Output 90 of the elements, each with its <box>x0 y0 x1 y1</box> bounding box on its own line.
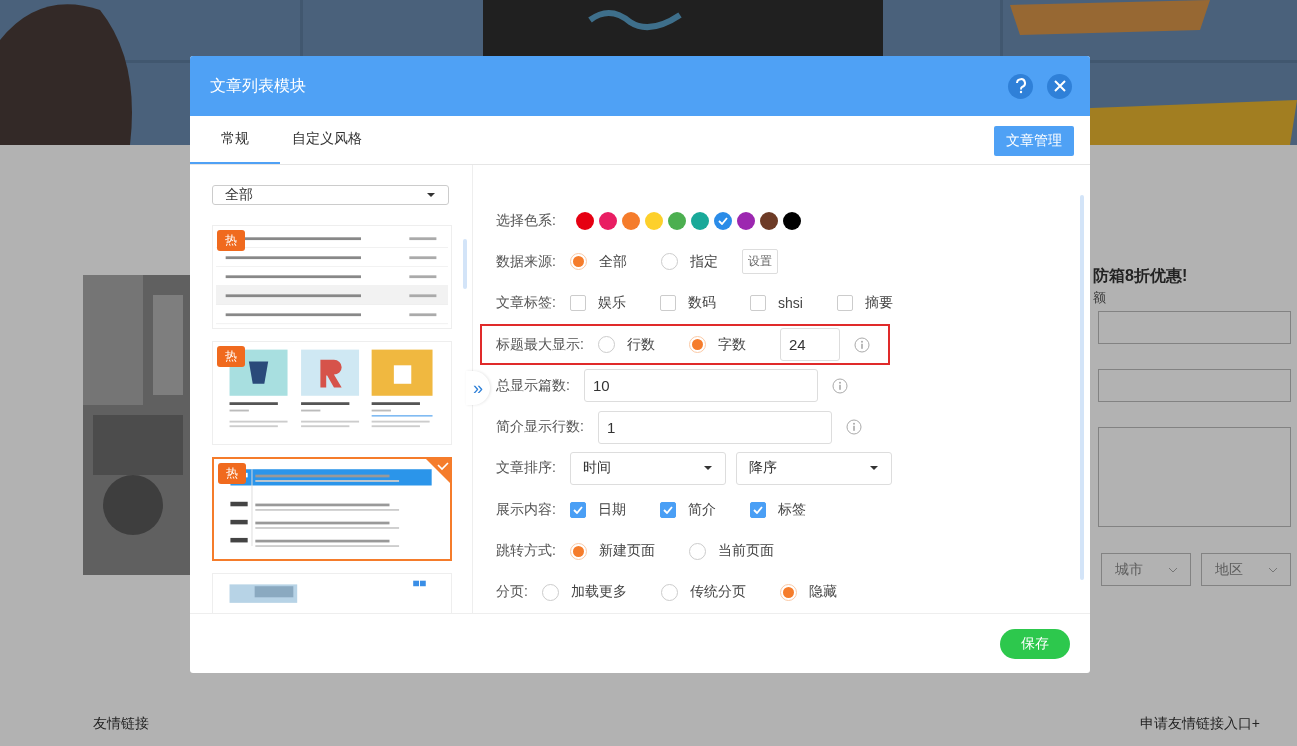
tab[interactable]: 常规 <box>190 116 280 164</box>
checkbox[interactable] <box>659 501 676 518</box>
number-input[interactable]: 10 <box>583 369 818 403</box>
text-area[interactable] <box>1098 427 1291 527</box>
option-label: 简介 <box>687 500 716 519</box>
option-label: 传统分页 <box>689 583 746 602</box>
check-icon <box>424 457 452 485</box>
number-input[interactable]: 1 <box>597 410 832 444</box>
checkbox[interactable] <box>749 295 766 312</box>
tab[interactable]: 自定义风格 <box>280 116 374 164</box>
option-label: shsi <box>777 295 803 312</box>
checkbox[interactable] <box>659 295 676 312</box>
help-button[interactable] <box>1008 73 1033 99</box>
radio-button[interactable] <box>688 336 706 354</box>
field-label: 总显示篇数: <box>496 376 570 395</box>
dialog-title: 文章列表模块 <box>210 75 307 96</box>
option-label: 娱乐 <box>597 294 626 313</box>
radio-button[interactable] <box>597 336 615 354</box>
info-icon <box>853 336 870 353</box>
chevron-icon <box>1167 566 1178 573</box>
check-icon <box>752 505 763 514</box>
color-swatch[interactable] <box>598 211 617 230</box>
field-label: 数据来源: <box>496 252 556 271</box>
color-swatch[interactable] <box>644 211 663 230</box>
check-icon <box>717 216 728 225</box>
checkbox[interactable] <box>749 501 766 518</box>
sort-select[interactable]: 时间 <box>569 451 726 485</box>
color-swatch[interactable] <box>621 211 640 230</box>
option-label: 当前页面 <box>717 542 774 560</box>
check-icon <box>662 505 673 514</box>
color-swatch[interactable] <box>759 211 778 230</box>
field-label: 选择色系: <box>496 211 556 230</box>
option-label: 全部 <box>598 252 627 271</box>
field-label: 简介显示行数: <box>496 418 584 437</box>
option-label: 数码 <box>687 294 716 313</box>
category-select[interactable]: 全部 <box>212 185 449 205</box>
checkbox[interactable] <box>569 295 586 312</box>
close-button[interactable] <box>1047 73 1072 99</box>
promo-heading: 防箱8折优惠! <box>1093 266 1189 286</box>
field-label: 展示内容: <box>496 500 556 519</box>
field-label: 文章标签: <box>496 294 556 313</box>
caret-icon <box>702 465 713 472</box>
radio-button[interactable] <box>660 583 678 601</box>
close-icon <box>1053 80 1066 92</box>
option-label: 行数 <box>626 335 655 354</box>
hot-badge: 热 <box>217 346 245 367</box>
option-label: 字数 <box>717 335 746 354</box>
color-swatch[interactable] <box>667 211 686 230</box>
color-swatch[interactable] <box>690 211 709 230</box>
footer-link[interactable]: 申请友情链接入口+ <box>1139 715 1260 746</box>
caret-icon <box>869 465 879 472</box>
checkbox[interactable] <box>569 501 586 518</box>
field-label: 文章排序: <box>496 459 556 478</box>
hot-badge: 热 <box>217 230 245 251</box>
field-label: 分页: <box>496 583 528 602</box>
color-swatch[interactable] <box>713 211 732 230</box>
color-swatch[interactable] <box>575 211 594 230</box>
radio-button[interactable] <box>688 542 706 560</box>
radio-button[interactable] <box>779 583 797 601</box>
option-label: 日期 <box>597 500 626 519</box>
count-input[interactable]: 24 <box>779 328 840 362</box>
option-label: 新建页面 <box>598 542 655 560</box>
chevron-icon <box>1267 566 1278 573</box>
field-label: 标题最大显示: <box>496 335 584 354</box>
check-icon <box>572 505 583 514</box>
field-label: 额 <box>1093 289 1107 307</box>
settings-button[interactable]: 设置 <box>741 249 778 275</box>
info-icon <box>845 419 862 436</box>
collapse-button[interactable]: » <box>466 371 490 405</box>
info-icon <box>831 377 848 394</box>
option-label: 加载更多 <box>570 583 627 602</box>
option-label: 隐藏 <box>808 583 837 602</box>
option-label: 指定 <box>689 252 718 271</box>
option-label: 摘要 <box>864 294 893 313</box>
color-swatch[interactable] <box>736 211 755 230</box>
radio-button[interactable] <box>569 253 587 271</box>
color-swatch[interactable] <box>782 211 801 230</box>
radio-button[interactable] <box>541 583 559 601</box>
text-field[interactable] <box>1098 369 1291 402</box>
footer-link[interactable]: 友情链接 <box>93 715 149 746</box>
text-field[interactable] <box>1098 311 1291 344</box>
hot-badge: 热 <box>218 463 246 484</box>
field-label: 跳转方式: <box>496 542 556 560</box>
caret-icon <box>426 192 436 198</box>
radio-button[interactable] <box>569 542 587 560</box>
radio-button[interactable] <box>660 253 678 271</box>
sort-select[interactable]: 降序 <box>735 451 892 485</box>
checkbox[interactable] <box>836 295 853 312</box>
option-label: 标签 <box>777 500 806 519</box>
help-icon <box>1014 78 1027 94</box>
